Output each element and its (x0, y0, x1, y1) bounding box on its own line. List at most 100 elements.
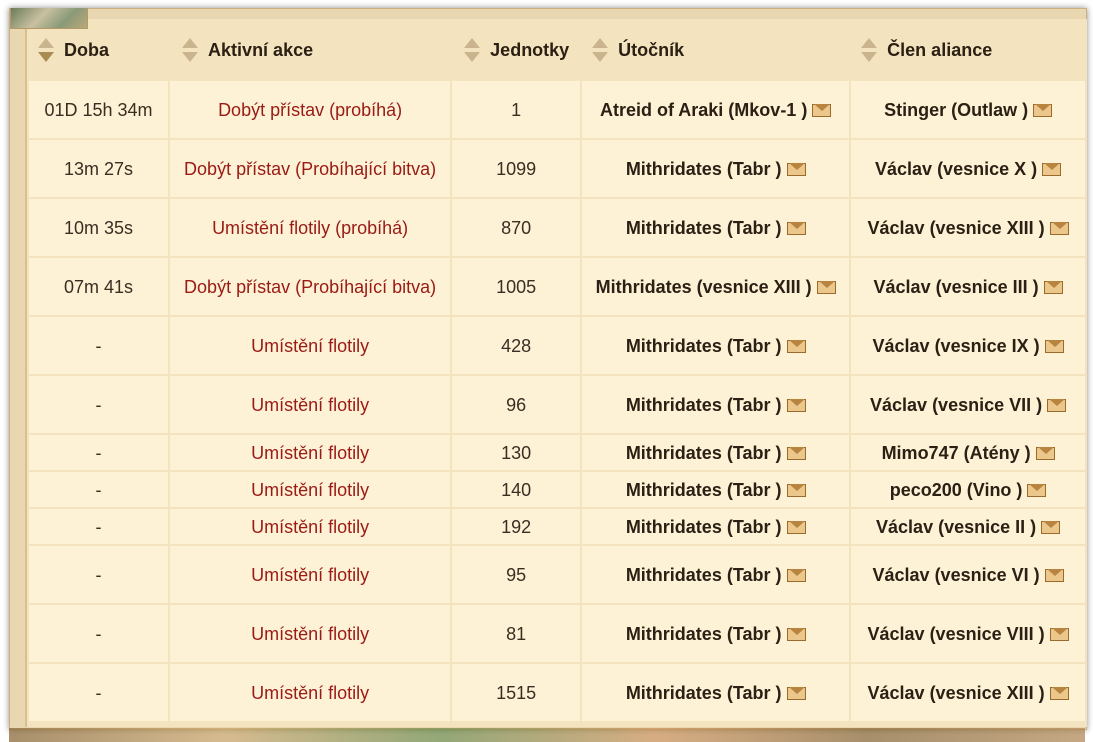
attacker-name[interactable]: Mithridates (Tabr ) (626, 218, 782, 238)
attacker-name[interactable]: Mithridates (Tabr ) (626, 336, 782, 356)
envelope-icon[interactable] (1042, 162, 1062, 176)
envelope-icon[interactable] (1047, 398, 1067, 412)
envelope-icon[interactable] (1049, 221, 1069, 235)
envelope-icon[interactable] (1035, 446, 1055, 460)
attacker-name[interactable]: Mithridates (Tabr ) (626, 159, 782, 179)
table-row: - Umístění flotily 428 Mithridates (Tabr… (29, 317, 1085, 374)
time-cell: 10m 35s (29, 199, 169, 256)
attacker-name[interactable]: Mithridates (Tabr ) (626, 683, 782, 703)
action-cell: Umístění flotily (170, 435, 451, 470)
attacker-cell: Mithridates (Tabr ) (582, 317, 850, 374)
table-row: - Umístění flotily 81 Mithridates (Tabr … (29, 605, 1085, 662)
member-name[interactable]: Stinger (Outlaw ) (884, 100, 1028, 120)
column-header-label: Doba (64, 39, 109, 60)
sort-arrows-icon[interactable] (464, 37, 481, 63)
column-header-time[interactable]: Doba (29, 21, 169, 79)
corner-decoration (10, 8, 88, 29)
units-cell: 1 (452, 81, 581, 138)
member-name[interactable]: Václav (vesnice IX ) (873, 336, 1040, 356)
envelope-icon[interactable] (786, 483, 806, 497)
attacker-name[interactable]: Mithridates (Tabr ) (626, 517, 782, 537)
attacker-name[interactable]: Mithridates (Tabr ) (626, 624, 782, 644)
envelope-icon[interactable] (786, 568, 806, 582)
envelope-icon[interactable] (1049, 627, 1069, 641)
table-row: - Umístění flotily 95 Mithridates (Tabr … (29, 546, 1085, 603)
action-cell: Umístění flotily (170, 509, 451, 544)
alliance-actions-table: Doba Aktivní akce Jednotky Útočník Člen … (27, 19, 1087, 723)
sort-arrows-icon[interactable] (38, 37, 54, 63)
background-strip (9, 728, 1085, 742)
envelope-icon[interactable] (786, 446, 806, 460)
attacker-name[interactable]: Mithridates (vesnice XIII ) (596, 277, 812, 297)
action-cell: Umístění flotily (170, 605, 451, 662)
attacker-name[interactable]: Mithridates (Tabr ) (626, 480, 782, 500)
envelope-icon[interactable] (786, 339, 806, 353)
member-name[interactable]: peco200 (Vino ) (890, 480, 1023, 500)
column-header-attacker[interactable]: Útočník (582, 21, 850, 79)
member-name[interactable]: Václav (vesnice VII ) (870, 395, 1042, 415)
member-name[interactable]: Václav (vesnice XIII ) (868, 683, 1045, 703)
envelope-icon[interactable] (786, 221, 806, 235)
envelope-icon[interactable] (1027, 483, 1047, 497)
sort-arrows-icon[interactable] (182, 37, 199, 63)
table-row: - Umístění flotily 96 Mithridates (Tabr … (29, 376, 1085, 433)
attacker-name[interactable]: Mithridates (Tabr ) (626, 443, 782, 463)
action-cell: Umístění flotily (170, 376, 451, 433)
action-cell: Umístění flotily (170, 472, 451, 507)
member-name[interactable]: Václav (vesnice III ) (874, 277, 1039, 297)
attacker-name[interactable]: Mithridates (Tabr ) (626, 395, 782, 415)
time-cell: 01D 15h 34m (29, 81, 169, 138)
units-cell: 1515 (452, 664, 581, 721)
member-cell: Václav (vesnice X ) (851, 140, 1085, 197)
column-header-action[interactable]: Aktivní akce (170, 21, 451, 79)
time-cell: - (29, 509, 169, 544)
envelope-icon[interactable] (1041, 520, 1061, 534)
envelope-icon[interactable] (786, 686, 806, 700)
table-panel: Doba Aktivní akce Jednotky Útočník Člen … (25, 19, 1087, 727)
envelope-icon[interactable] (786, 162, 806, 176)
member-name[interactable]: Václav (vesnice XIII ) (868, 218, 1045, 238)
time-cell: 07m 41s (29, 258, 169, 315)
member-name[interactable]: Mimo747 (Atény ) (882, 443, 1031, 463)
time-cell: - (29, 435, 169, 470)
column-header-label: Útočník (618, 39, 685, 60)
action-cell: Dobýt přístav (probíhá) (170, 81, 451, 138)
table-row: 07m 41s Dobýt přístav (Probíhající bitva… (29, 258, 1085, 315)
sort-arrows-icon[interactable] (592, 37, 609, 63)
attacker-cell: Mithridates (Tabr ) (582, 509, 850, 544)
attacker-cell: Mithridates (vesnice XIII ) (582, 258, 850, 315)
member-cell: Václav (vesnice XIII ) (851, 199, 1085, 256)
column-header-units[interactable]: Jednotky (452, 21, 581, 79)
envelope-icon[interactable] (1044, 339, 1064, 353)
column-header-member[interactable]: Člen aliance (851, 21, 1085, 79)
envelope-icon[interactable] (816, 280, 836, 294)
units-cell: 428 (452, 317, 581, 374)
units-cell: 130 (452, 435, 581, 470)
attacker-name[interactable]: Mithridates (Tabr ) (626, 565, 782, 585)
member-name[interactable]: Václav (vesnice II ) (876, 517, 1036, 537)
envelope-icon[interactable] (1043, 280, 1063, 294)
envelope-icon[interactable] (786, 520, 806, 534)
member-name[interactable]: Václav (vesnice VIII ) (868, 624, 1045, 644)
table-row: 01D 15h 34m Dobýt přístav (probíhá) 1 At… (29, 81, 1085, 138)
envelope-icon[interactable] (1044, 568, 1064, 582)
attacker-name[interactable]: Atreid of Araki (Mkov-1 ) (600, 100, 807, 120)
member-name[interactable]: Václav (vesnice X ) (875, 159, 1037, 179)
member-name[interactable]: Václav (vesnice VI ) (873, 565, 1040, 585)
table-row: - Umístění flotily 140 Mithridates (Tabr… (29, 472, 1085, 507)
envelope-icon[interactable] (786, 627, 806, 641)
time-cell: - (29, 317, 169, 374)
time-cell: - (29, 605, 169, 662)
member-cell: Václav (vesnice XIII ) (851, 664, 1085, 721)
member-cell: Václav (vesnice VIII ) (851, 605, 1085, 662)
envelope-icon[interactable] (786, 398, 806, 412)
envelope-icon[interactable] (1033, 103, 1053, 117)
action-cell: Umístění flotily (170, 317, 451, 374)
sort-arrows-icon[interactable] (861, 37, 878, 63)
units-cell: 140 (452, 472, 581, 507)
envelope-icon[interactable] (1049, 686, 1069, 700)
attacker-cell: Atreid of Araki (Mkov-1 ) (582, 81, 850, 138)
member-cell: Václav (vesnice VII ) (851, 376, 1085, 433)
envelope-icon[interactable] (812, 103, 832, 117)
attacker-cell: Mithridates (Tabr ) (582, 140, 850, 197)
